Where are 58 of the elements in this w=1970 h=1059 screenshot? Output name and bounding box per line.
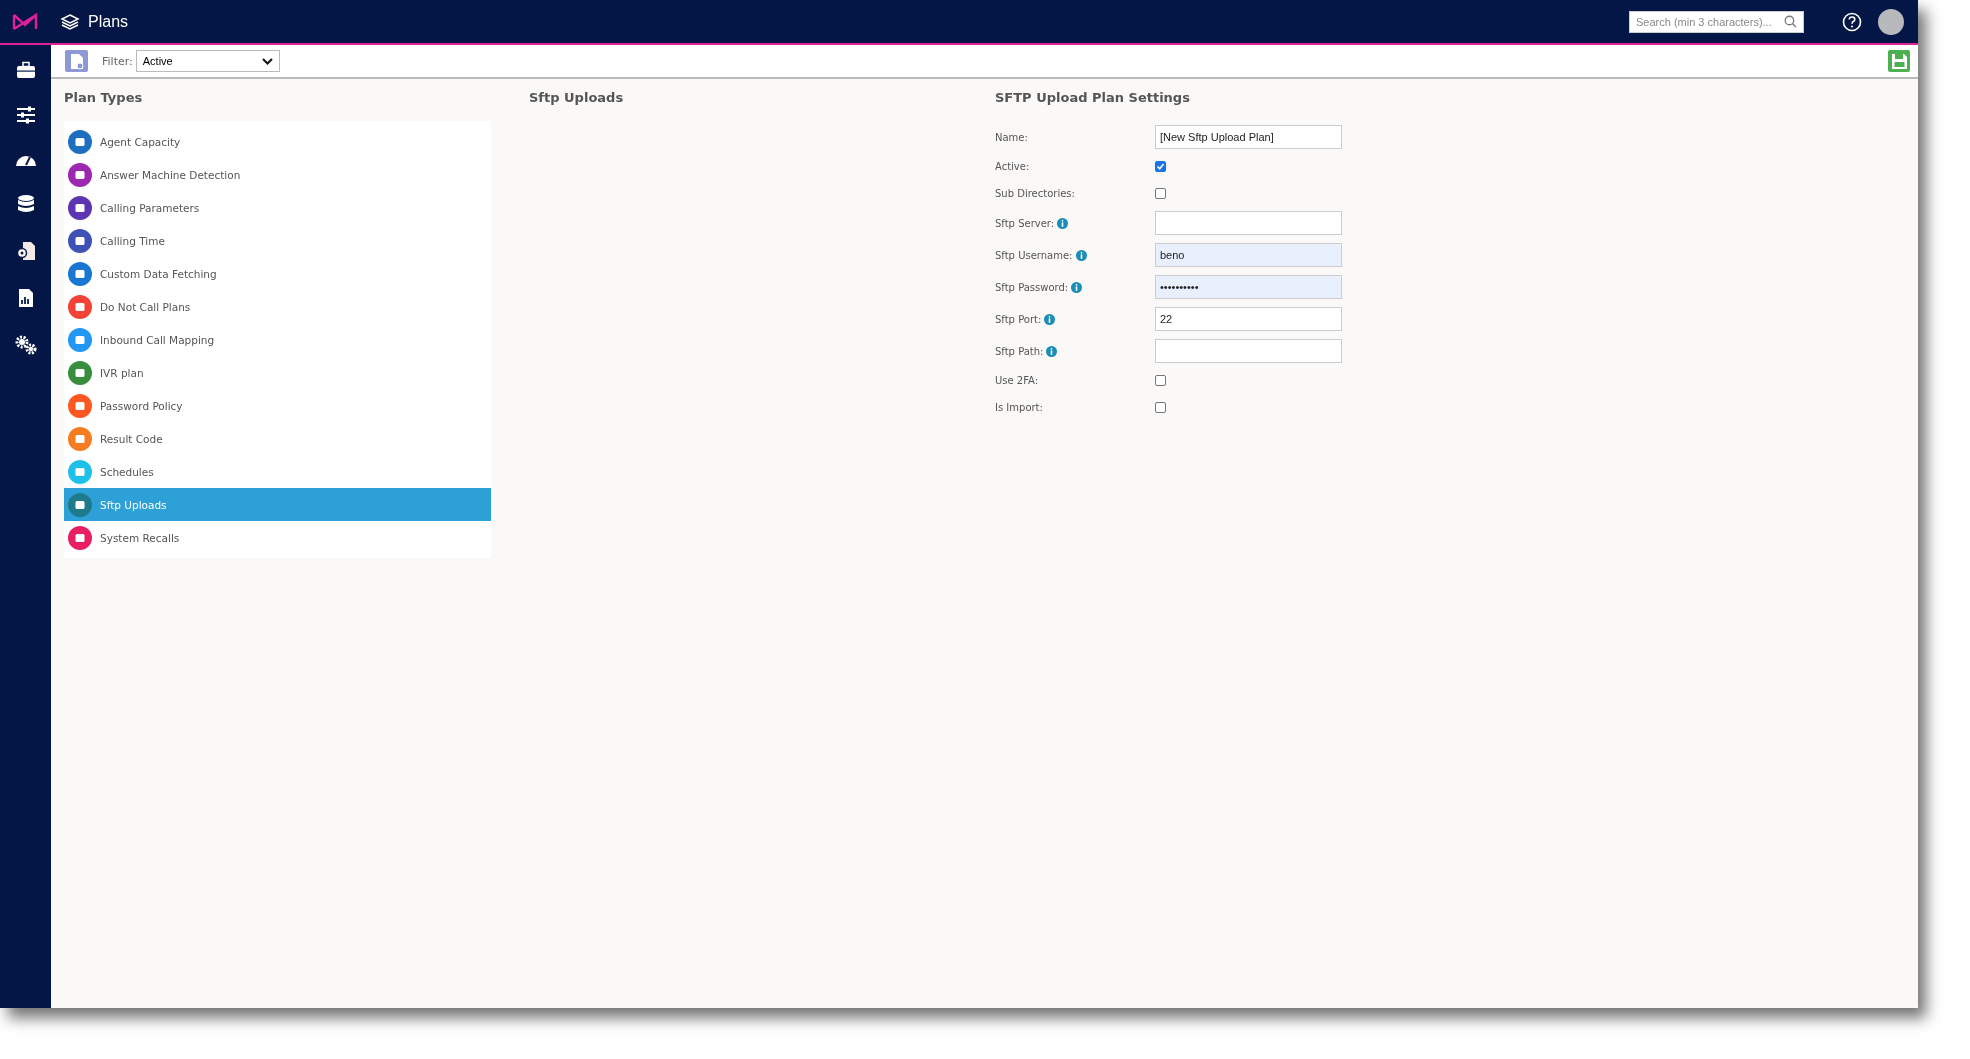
- checkbox[interactable]: [1155, 402, 1166, 413]
- field-label: Use 2FA:: [995, 375, 1039, 386]
- field-label: Sftp Server:: [995, 217, 1055, 229]
- plan-type-item[interactable]: Answer Machine Detection: [64, 158, 491, 191]
- plan-type-item[interactable]: Password Policy: [64, 389, 491, 422]
- avatar[interactable]: [1878, 8, 1904, 35]
- info-icon[interactable]: [1075, 249, 1087, 261]
- field-label: Active:: [995, 161, 1030, 172]
- save-button[interactable]: [1888, 50, 1910, 72]
- plan-type-item[interactable]: Agent Capacity: [64, 125, 491, 158]
- section-heading: Sftp Uploads: [529, 89, 625, 107]
- checkbox[interactable]: [1155, 375, 1166, 386]
- plan-type-item[interactable]: IVR plan: [64, 356, 491, 389]
- text-field[interactable]: [1155, 211, 1342, 235]
- checkbox[interactable]: [1155, 188, 1166, 199]
- settings-icon[interactable]: [13, 335, 38, 355]
- layers-icon: [60, 12, 80, 31]
- plan-type-item[interactable]: System Recalls: [64, 521, 491, 554]
- database-icon[interactable]: [16, 194, 35, 214]
- plan-type-item[interactable]: Inbound Call Mapping: [64, 323, 491, 356]
- logo-icon[interactable]: [12, 12, 38, 31]
- field-label: Sub Directories:: [995, 188, 1075, 199]
- checkbox[interactable]: [1155, 161, 1166, 172]
- info-icon[interactable]: [1057, 217, 1069, 229]
- help-icon[interactable]: [1842, 11, 1862, 32]
- plan-type-item[interactable]: Custom Data Fetching: [64, 257, 491, 290]
- info-icon[interactable]: [1071, 281, 1083, 293]
- plan-type-item[interactable]: Result Code: [64, 422, 491, 455]
- section-heading: SFTP Upload Plan Settings: [995, 89, 1191, 107]
- text-field[interactable]: beno: [1155, 243, 1342, 267]
- chevron-down-icon: [261, 57, 273, 65]
- search-icon[interactable]: [1784, 15, 1797, 28]
- field-label: Sftp Username:: [995, 249, 1073, 261]
- plan-type-item[interactable]: Calling Parameters: [64, 191, 491, 224]
- sliders-icon[interactable]: [15, 106, 36, 124]
- filter-dropdown[interactable]: Active: [135, 50, 280, 72]
- plan-type-item[interactable]: Calling Time: [64, 224, 491, 257]
- search-field[interactable]: Search (min 3 characters)...: [1629, 10, 1804, 33]
- info-icon[interactable]: [1044, 313, 1056, 325]
- new-document-button[interactable]: [65, 50, 88, 72]
- field-label: Sftp Password:: [995, 281, 1069, 293]
- text-field[interactable]: [1155, 339, 1342, 363]
- field-label: Sftp Path:: [995, 345, 1044, 357]
- field-label: Name:: [995, 131, 1028, 143]
- page-title: Plans: [88, 12, 129, 31]
- text-field[interactable]: 22: [1155, 307, 1342, 331]
- field-label: Sftp Port:: [995, 313, 1042, 325]
- text-field[interactable]: ••••••••••: [1155, 275, 1342, 299]
- section-heading: Plan Types: [64, 89, 144, 107]
- report-icon[interactable]: [17, 288, 34, 308]
- field-label: Is Import:: [995, 402, 1043, 413]
- text-field[interactable]: [New Sftp Upload Plan]: [1155, 125, 1342, 149]
- toolbox-icon[interactable]: [15, 61, 36, 79]
- filter-label: Filter:: [102, 54, 133, 68]
- document-gear-icon[interactable]: [15, 241, 36, 261]
- info-icon[interactable]: [1046, 345, 1058, 357]
- plan-type-item[interactable]: Do Not Call Plans: [64, 290, 491, 323]
- plan-type-item[interactable]: Schedules: [64, 455, 491, 488]
